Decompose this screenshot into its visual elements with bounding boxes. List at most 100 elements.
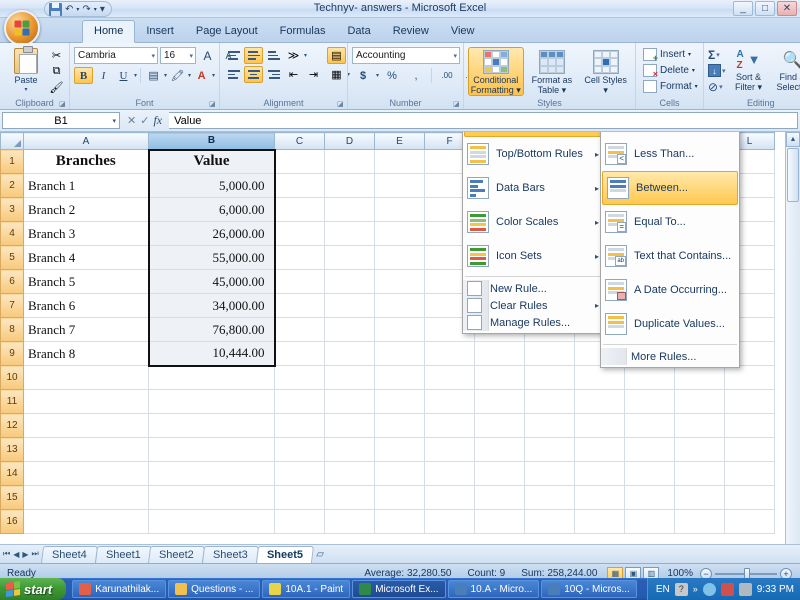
cell-c6[interactable] — [275, 270, 325, 294]
cell-h10[interactable] — [525, 366, 575, 390]
cell-c7[interactable] — [275, 294, 325, 318]
font-family-select[interactable]: Cambria ▾ — [74, 47, 158, 64]
font-dialog-launcher[interactable]: ◪ — [209, 100, 217, 108]
cf-caret-icon[interactable]: ▾ — [516, 85, 521, 95]
next-sheet-icon[interactable]: ▶ — [22, 550, 28, 559]
menu-item-data-bars[interactable]: Data Bars ▸ — [463, 171, 603, 205]
decrease-indent-button[interactable]: ⇤ — [284, 66, 303, 83]
fill-button[interactable]: ↓ ▾ — [708, 63, 726, 78]
cell-j14[interactable] — [625, 462, 675, 486]
cell-d15[interactable] — [325, 486, 375, 510]
row-header-3[interactable]: 3 — [1, 198, 24, 222]
cell-d16[interactable] — [325, 510, 375, 534]
select-all-corner[interactable] — [1, 133, 24, 150]
sheet-tab-sheet3[interactable]: Sheet3 — [202, 546, 259, 563]
cell-e9[interactable] — [375, 342, 425, 366]
cell-i11[interactable] — [575, 390, 625, 414]
cell-d11[interactable] — [325, 390, 375, 414]
cell-a16[interactable] — [24, 510, 149, 534]
cell-b8[interactable]: 76,800.00 — [149, 318, 275, 342]
enter-formula-icon[interactable]: ✓ — [140, 114, 149, 127]
cell-a1[interactable]: Branches — [24, 150, 149, 174]
cell-b3[interactable]: 6,000.00 — [149, 198, 275, 222]
cell-g13[interactable] — [475, 438, 525, 462]
menu-item-duplicate-values[interactable]: Duplicate Values... — [601, 307, 739, 341]
cell-l10[interactable] — [725, 366, 775, 390]
cell-c15[interactable] — [275, 486, 325, 510]
cell-b10[interactable] — [149, 366, 275, 390]
qat-more-icon[interactable]: ▾ — [100, 4, 105, 15]
font-color-caret-icon[interactable]: ▾ — [212, 72, 215, 79]
underline-caret-icon[interactable]: ▾ — [134, 72, 137, 79]
cell-b1[interactable]: Value — [149, 150, 275, 174]
insert-worksheet-icon[interactable]: ▱ — [316, 549, 324, 560]
cell-l11[interactable] — [725, 390, 775, 414]
borders-caret-icon[interactable]: ▾ — [164, 72, 167, 79]
cell-f9[interactable] — [425, 342, 475, 366]
network-tray-icon[interactable] — [703, 583, 716, 596]
cell-k11[interactable] — [675, 390, 725, 414]
insert-function-icon[interactable]: fx — [153, 113, 162, 128]
merge-center-button[interactable]: ▦ — [327, 66, 346, 83]
cell-j13[interactable] — [625, 438, 675, 462]
row-header-10[interactable]: 10 — [1, 366, 24, 390]
cell-k10[interactable] — [675, 366, 725, 390]
cell-c12[interactable] — [275, 414, 325, 438]
cell-b14[interactable] — [149, 462, 275, 486]
clear-caret-icon[interactable]: ▾ — [719, 83, 723, 91]
cell-h13[interactable] — [525, 438, 575, 462]
language-indicator[interactable]: EN — [656, 584, 670, 595]
align-right-button[interactable] — [264, 66, 283, 83]
first-sheet-icon[interactable]: ⏮ — [3, 549, 10, 559]
grow-font-button[interactable]: A — [198, 47, 217, 64]
sheet-tab-sheet1[interactable]: Sheet1 — [95, 546, 152, 563]
menu-item-color-scales[interactable]: Color Scales ▸ — [463, 205, 603, 239]
row-header-5[interactable]: 5 — [1, 246, 24, 270]
cell-e7[interactable] — [375, 294, 425, 318]
fill-color-icon[interactable]: 🖍 — [168, 67, 187, 84]
paste-button[interactable]: Paste ▾ — [4, 45, 48, 93]
cell-f10[interactable] — [425, 366, 475, 390]
cell-c1[interactable] — [275, 150, 325, 174]
column-header-e[interactable]: E — [375, 133, 425, 150]
cell-b16[interactable] — [149, 510, 275, 534]
cell-d5[interactable] — [325, 246, 375, 270]
cell-b9[interactable]: 10,444.00 — [149, 342, 275, 366]
font-size-select[interactable]: 16 ▾ — [160, 47, 196, 64]
currency-button[interactable]: $ — [352, 67, 374, 84]
copy-icon[interactable]: ⧉ — [48, 64, 65, 79]
cell-a14[interactable] — [24, 462, 149, 486]
scrollbar-thumb[interactable] — [787, 148, 799, 202]
currency-caret-icon[interactable]: ▾ — [376, 72, 379, 79]
antivirus-tray-icon[interactable] — [721, 583, 734, 596]
taskbar-item-10q[interactable]: 10Q - Micros... — [541, 580, 637, 598]
insert-cells-button[interactable]: Insert ▾ — [640, 47, 701, 62]
cell-j12[interactable] — [625, 414, 675, 438]
cell-e4[interactable] — [375, 222, 425, 246]
cell-b15[interactable] — [149, 486, 275, 510]
menu-item-clear-rules[interactable]: Clear Rules ▸ — [463, 297, 603, 314]
cell-g11[interactable] — [475, 390, 525, 414]
cell-e2[interactable] — [375, 174, 425, 198]
number-dialog-launcher[interactable]: ◪ — [453, 100, 461, 108]
column-header-b[interactable]: B — [149, 133, 275, 150]
menu-item-a-date-occurring[interactable]: A Date Occurring... — [601, 273, 739, 307]
cell-l15[interactable] — [725, 486, 775, 510]
taskbar-item-10a[interactable]: 10.A - Micro... — [448, 580, 540, 598]
autosum-button[interactable]: Σ ▾ — [708, 47, 726, 62]
menu-item-less-than[interactable]: < Less Than... — [601, 137, 739, 171]
percent-button[interactable]: % — [381, 67, 403, 84]
clipboard-dialog-launcher[interactable]: ◪ — [59, 100, 67, 108]
row-header-16[interactable]: 16 — [1, 510, 24, 534]
row-header-15[interactable]: 15 — [1, 486, 24, 510]
cell-b11[interactable] — [149, 390, 275, 414]
cell-l13[interactable] — [725, 438, 775, 462]
cell-g10[interactable] — [475, 366, 525, 390]
tab-review[interactable]: Review — [382, 21, 440, 42]
cell-l12[interactable] — [725, 414, 775, 438]
tab-home[interactable]: Home — [82, 20, 135, 43]
cell-c13[interactable] — [275, 438, 325, 462]
cell-i13[interactable] — [575, 438, 625, 462]
borders-icon[interactable]: ▤ — [144, 67, 163, 84]
cell-j11[interactable] — [625, 390, 675, 414]
